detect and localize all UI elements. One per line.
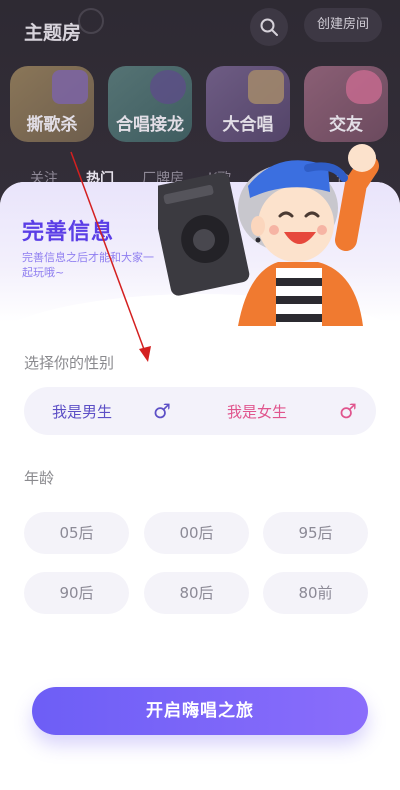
sheet-title: 完善信息: [22, 220, 115, 245]
microphone-icon: [248, 70, 284, 104]
microphone-icon: [150, 70, 186, 104]
top-bar: 主题房 创建房间: [0, 0, 400, 60]
age-option-80[interactable]: 80后: [144, 572, 249, 614]
boombox-mascot-illustration: [158, 144, 379, 326]
heart-icon: [346, 70, 382, 104]
gender-male-option[interactable]: 我是男生 ♂: [24, 387, 200, 435]
age-option-90[interactable]: 90后: [24, 572, 129, 614]
category-tile-make-friends[interactable]: 交友: [304, 66, 388, 142]
gender-male-label: 我是男生: [52, 403, 113, 421]
app-title: 主题房: [24, 22, 82, 44]
create-room-button[interactable]: 创建房间: [304, 8, 382, 42]
female-icon: ♂: [339, 399, 357, 423]
music-note-icon: [52, 70, 88, 104]
search-icon: [260, 18, 278, 36]
start-journey-button[interactable]: 开启嗨唱之旅: [32, 687, 368, 735]
category-label: 大合唱: [222, 115, 274, 135]
category-label: 交友: [329, 115, 363, 135]
title-decoration-icon: [78, 8, 104, 34]
gender-female-label: 我是女生: [227, 403, 288, 421]
search-button[interactable]: [250, 8, 288, 46]
category-tile-chorus-relay[interactable]: 合唱接龙: [108, 66, 192, 142]
age-option-95[interactable]: 95后: [263, 512, 368, 554]
gender-selector: 我是男生 ♂ 我是女生 ♂: [24, 387, 376, 435]
category-tile-big-chorus[interactable]: 大合唱: [206, 66, 290, 142]
sheet-subtitle: 完善信息之后才能和大家一起玩哦~: [22, 251, 154, 279]
age-section-label: 年龄: [24, 469, 55, 487]
category-label: 撕歌杀: [26, 115, 78, 135]
category-tile-sigesha[interactable]: 撕歌杀: [10, 66, 94, 142]
gender-section-label: 选择你的性别: [24, 354, 115, 372]
boombox-icon: [158, 172, 250, 296]
male-icon: ♂: [153, 399, 171, 423]
category-row: 撕歌杀 合唱接龙 大合唱 交友: [10, 66, 400, 146]
age-option-00[interactable]: 00后: [144, 512, 249, 554]
category-label: 合唱接龙: [116, 115, 184, 135]
age-option-05[interactable]: 05后: [24, 512, 129, 554]
age-option-80-before[interactable]: 80前: [263, 572, 368, 614]
gender-female-option[interactable]: 我是女生 ♂: [200, 387, 376, 435]
